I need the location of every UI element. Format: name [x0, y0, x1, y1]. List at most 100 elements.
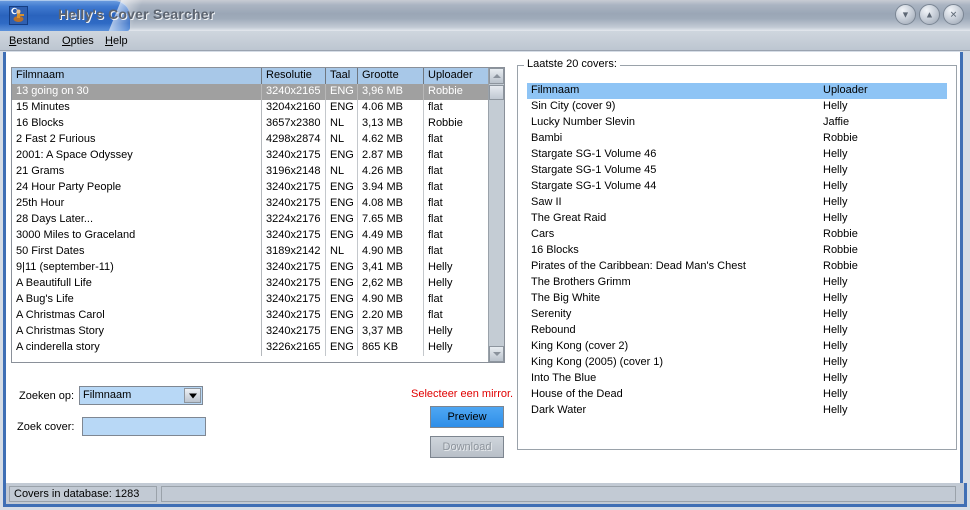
- close-button[interactable]: ✕: [943, 4, 964, 25]
- scroll-up-button[interactable]: [489, 68, 504, 84]
- list-item[interactable]: Serenity Helly: [527, 307, 947, 323]
- table-row[interactable]: 25th Hour 3240x2175 ENG 4.08 MB flat: [12, 196, 490, 212]
- list-item[interactable]: Stargate SG-1 Volume 45 Helly: [527, 163, 947, 179]
- table-row[interactable]: A Christmas Carol 3240x2175 ENG 2.20 MB flat: [12, 308, 490, 324]
- cell-grootte: 2.20 MB: [358, 308, 424, 324]
- cell-taal: ENG: [326, 84, 358, 100]
- list-item[interactable]: Stargate SG-1 Volume 46 Helly: [527, 147, 947, 163]
- cell-taal: ENG: [326, 292, 358, 308]
- menu-item-help[interactable]: Help: [101, 34, 132, 48]
- cover-filmnaam: House of the Dead: [531, 388, 623, 400]
- cell-taal: ENG: [326, 340, 358, 356]
- list-item[interactable]: Cars Robbie: [527, 227, 947, 243]
- list-item[interactable]: Into The Blue Helly: [527, 371, 947, 387]
- cell-resolutie: 3204x2160: [262, 100, 326, 116]
- cover-filmnaam: Bambi: [531, 132, 563, 144]
- cell-uploader: Helly: [424, 276, 490, 292]
- menu-accel-opties: O: [62, 35, 71, 47]
- films-grid-column-header[interactable]: Filmnaam: [12, 68, 262, 84]
- table-row[interactable]: A Bug's Life 3240x2175 ENG 4.90 MB flat: [12, 292, 490, 308]
- list-item[interactable]: King Kong (cover 2) Helly: [527, 339, 947, 355]
- cell-resolutie: 3240x2175: [262, 276, 326, 292]
- table-row[interactable]: A Beautifull Life 3240x2175 ENG 2,62 MB Hell…: [12, 276, 490, 292]
- table-row[interactable]: 2001: A Space Odyssey 3240x2175 ENG 2.87 MB…: [12, 148, 490, 164]
- table-row[interactable]: 15 Minutes 3204x2160 ENG 4.06 MB flat: [12, 100, 490, 116]
- cell-filmnaam: 13 going on 30: [12, 84, 262, 100]
- films-grid-header[interactable]: Filmnaam Resolutie Taal Grootte Uploader: [12, 68, 504, 84]
- cell-taal: NL: [326, 244, 358, 260]
- list-item[interactable]: The Big White Helly: [527, 291, 947, 307]
- menu-item-bestand[interactable]: Bestand: [5, 34, 53, 48]
- list-item[interactable]: 16 Blocks Robbie: [527, 243, 947, 259]
- films-grid-column-header[interactable]: Resolutie: [262, 68, 326, 84]
- preview-button[interactable]: Preview: [430, 406, 504, 428]
- scrollbar-thumb[interactable]: [489, 85, 504, 100]
- cell-uploader: flat: [424, 148, 490, 164]
- cell-grootte: 4.08 MB: [358, 196, 424, 212]
- table-row[interactable]: 16 Blocks 3657x2380 NL 3,13 MB Robbie: [12, 116, 490, 132]
- cell-filmnaam: 24 Hour Party People: [12, 180, 262, 196]
- cover-uploader: Robbie: [823, 228, 858, 240]
- list-item[interactable]: King Kong (2005) (cover 1) Helly: [527, 355, 947, 371]
- app-icon: [9, 6, 28, 25]
- table-row[interactable]: 3000 Miles to Graceland 3240x2175 ENG 4.49 …: [12, 228, 490, 244]
- cell-taal: ENG: [326, 180, 358, 196]
- cell-uploader: Robbie: [424, 84, 490, 100]
- table-row[interactable]: 2 Fast 2 Furious 4298x2874 NL 4.62 MB flat: [12, 132, 490, 148]
- cell-grootte: 3,37 MB: [358, 324, 424, 340]
- table-row[interactable]: 13 going on 30 3240x2165 ENG 3,96 MB Robbie: [12, 84, 490, 100]
- films-grid-body[interactable]: 13 going on 30 3240x2165 ENG 3,96 MB Robbie 1…: [12, 84, 490, 362]
- menu-item-opties[interactable]: Opties: [58, 34, 98, 48]
- scroll-down-button[interactable]: [489, 346, 504, 362]
- list-item[interactable]: The Brothers Grimm Helly: [527, 275, 947, 291]
- latest-covers-legend: Laatste 20 covers:: [524, 58, 620, 70]
- list-item[interactable]: House of the Dead Helly: [527, 387, 947, 403]
- maximize-button[interactable]: ▲: [919, 4, 940, 25]
- table-row[interactable]: 21 Grams 3196x2148 NL 4.26 MB flat: [12, 164, 490, 180]
- table-row[interactable]: 50 First Dates 3189x2142 NL 4.90 MB flat: [12, 244, 490, 260]
- list-item[interactable]: The Great Raid Helly: [527, 211, 947, 227]
- minimize-button[interactable]: ▼: [895, 4, 916, 25]
- menu-label-help: elp: [112, 35, 128, 47]
- films-grid[interactable]: Filmnaam Resolutie Taal Grootte Uploader 13 …: [11, 67, 505, 363]
- cover-uploader: Helly: [823, 308, 848, 320]
- list-item[interactable]: Rebound Helly: [527, 323, 947, 339]
- dropdown-button[interactable]: [184, 388, 201, 403]
- cell-resolutie: 3240x2175: [262, 148, 326, 164]
- table-row[interactable]: 24 Hour Party People 3240x2175 ENG 3.94 MB f…: [12, 180, 490, 196]
- cover-uploader: Helly: [823, 404, 848, 416]
- list-item[interactable]: Bambi Robbie: [527, 131, 947, 147]
- cell-uploader: flat: [424, 164, 490, 180]
- list-item[interactable]: Pirates of the Caribbean: Dead Man's Che…: [527, 259, 947, 275]
- table-row[interactable]: 9|11 (september-11) 3240x2175 ENG 3,41 MB He…: [12, 260, 490, 276]
- table-row[interactable]: 28 Days Later... 3224x2176 ENG 7.65 MB flat: [12, 212, 490, 228]
- caret-up-icon: [492, 74, 501, 78]
- cover-uploader: Helly: [823, 276, 848, 288]
- list-item[interactable]: Sin City (cover 9) Helly: [527, 99, 947, 115]
- latest-covers-col-filmnaam: Filmnaam: [531, 84, 580, 96]
- films-grid-column-header[interactable]: Uploader: [424, 68, 490, 84]
- download-button: Download: [430, 436, 504, 458]
- films-grid-column-header[interactable]: Grootte: [358, 68, 424, 84]
- cover-filmnaam: Stargate SG-1 Volume 46: [531, 148, 657, 160]
- table-row[interactable]: A cinderella story 3226x2165 ENG 865 KB Hell…: [12, 340, 490, 356]
- latest-covers-list[interactable]: Filmnaam Uploader Sin City (cover 9) Helly L…: [527, 83, 947, 433]
- search-cover-input[interactable]: [82, 417, 206, 436]
- latest-covers-header-row[interactable]: Filmnaam Uploader: [527, 83, 947, 99]
- films-grid-column-header[interactable]: Taal: [326, 68, 358, 84]
- cell-filmnaam: A Christmas Carol: [12, 308, 262, 324]
- menu-bar: Bestand Opties Help: [0, 31, 970, 51]
- cell-grootte: 3.94 MB: [358, 180, 424, 196]
- cover-uploader: Helly: [823, 196, 848, 208]
- search-field-select[interactable]: Filmnaam: [79, 386, 203, 405]
- search-field-value: Filmnaam: [83, 389, 132, 401]
- list-item[interactable]: Dark Water Helly: [527, 403, 947, 419]
- films-grid-scrollbar[interactable]: [488, 68, 504, 362]
- cover-filmnaam: Dark Water: [531, 404, 587, 416]
- table-row[interactable]: A Christmas Story 3240x2175 ENG 3,37 MB Hell…: [12, 324, 490, 340]
- cover-uploader: Robbie: [823, 244, 858, 256]
- list-item[interactable]: Lucky Number Slevin Jaffie: [527, 115, 947, 131]
- list-item[interactable]: Saw II Helly: [527, 195, 947, 211]
- cell-uploader: flat: [424, 196, 490, 212]
- list-item[interactable]: Stargate SG-1 Volume 44 Helly: [527, 179, 947, 195]
